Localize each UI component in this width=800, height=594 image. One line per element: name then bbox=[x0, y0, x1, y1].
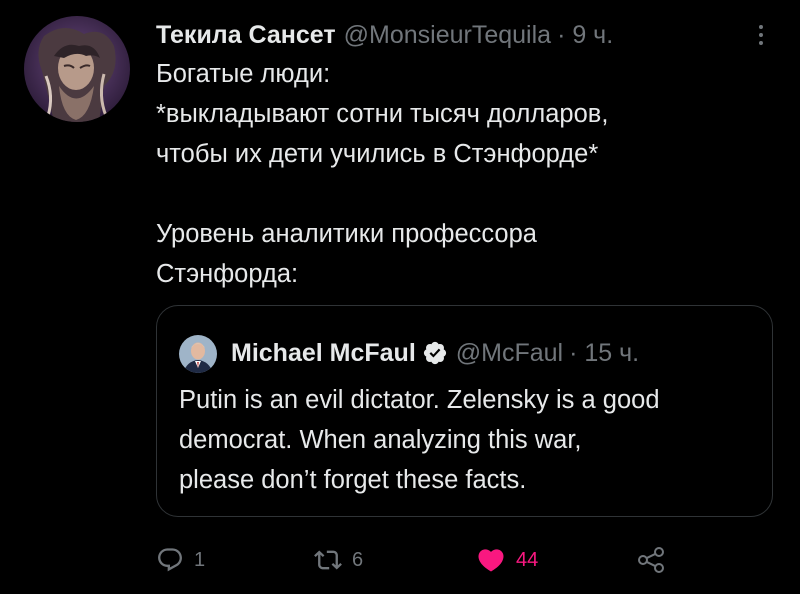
tweet-text-line: Уровень аналитики профессора bbox=[156, 220, 537, 248]
tweet-text-blank-line bbox=[156, 174, 756, 214]
like-button[interactable]: 44 bbox=[476, 540, 538, 580]
tweet-text-line: чтобы их дети учились в Стэнфорде* bbox=[156, 140, 599, 168]
retweet-button[interactable]: 6 bbox=[314, 540, 363, 580]
author-avatar-image bbox=[24, 16, 130, 122]
retweet-count: 6 bbox=[352, 548, 364, 571]
quoted-tweet-timestamp[interactable]: · 15 ч. bbox=[569, 338, 639, 368]
quoted-author-handle[interactable]: @McFaul bbox=[456, 338, 563, 368]
tweet-text-line: *выкладывают сотни тысяч долларов, bbox=[156, 100, 609, 128]
quoted-text-line: democrat. When analyzing this war, bbox=[179, 426, 582, 454]
tweet-header: Текила Сансет @MonsieurTequila · 9 ч. bbox=[156, 20, 613, 50]
quoted-text-line: Putin is an evil dictator. Zelensky is a… bbox=[179, 386, 660, 414]
share-icon bbox=[638, 547, 664, 573]
quoted-tweet[interactable]: Michael McFaul @McFaul · 15 ч. Putin is … bbox=[156, 305, 773, 517]
quoted-author-display-name[interactable]: Michael McFaul bbox=[231, 338, 416, 368]
tweet[interactable]: Текила Сансет @MonsieurTequila · 9 ч. Бо… bbox=[0, 0, 800, 594]
tweet-timestamp[interactable]: · 9 ч. bbox=[557, 20, 613, 50]
heart-icon bbox=[478, 549, 504, 572]
author-display-name[interactable]: Текила Сансет bbox=[156, 20, 336, 50]
tweet-text-line: Богатые люди: bbox=[156, 60, 331, 88]
quoted-tweet-text: Putin is an evil dictator. Zelensky is a… bbox=[179, 380, 759, 500]
author-avatar[interactable] bbox=[24, 16, 130, 122]
reply-count: 1 bbox=[194, 548, 206, 571]
tweet-text: Богатые люди: *выкладывают сотни тысяч д… bbox=[156, 54, 756, 294]
author-handle[interactable]: @MonsieurTequila bbox=[344, 20, 551, 50]
quoted-text-line: please don’t forget these facts. bbox=[179, 466, 527, 494]
reply-icon bbox=[158, 548, 182, 572]
tweet-text-line: Стэнфорда: bbox=[156, 260, 299, 288]
quoted-author-avatar-image bbox=[179, 335, 217, 373]
quoted-author-avatar[interactable] bbox=[179, 335, 217, 373]
like-count: 44 bbox=[516, 548, 539, 571]
verified-badge-icon bbox=[423, 341, 446, 365]
more-icon[interactable] bbox=[748, 20, 774, 50]
reply-button[interactable]: 1 bbox=[156, 540, 205, 580]
quoted-tweet-header: Michael McFaul @McFaul · 15 ч. bbox=[231, 338, 639, 368]
retweet-icon bbox=[314, 550, 342, 570]
tweet-actions: 1 6 44 bbox=[156, 540, 776, 580]
share-button[interactable] bbox=[636, 540, 666, 580]
